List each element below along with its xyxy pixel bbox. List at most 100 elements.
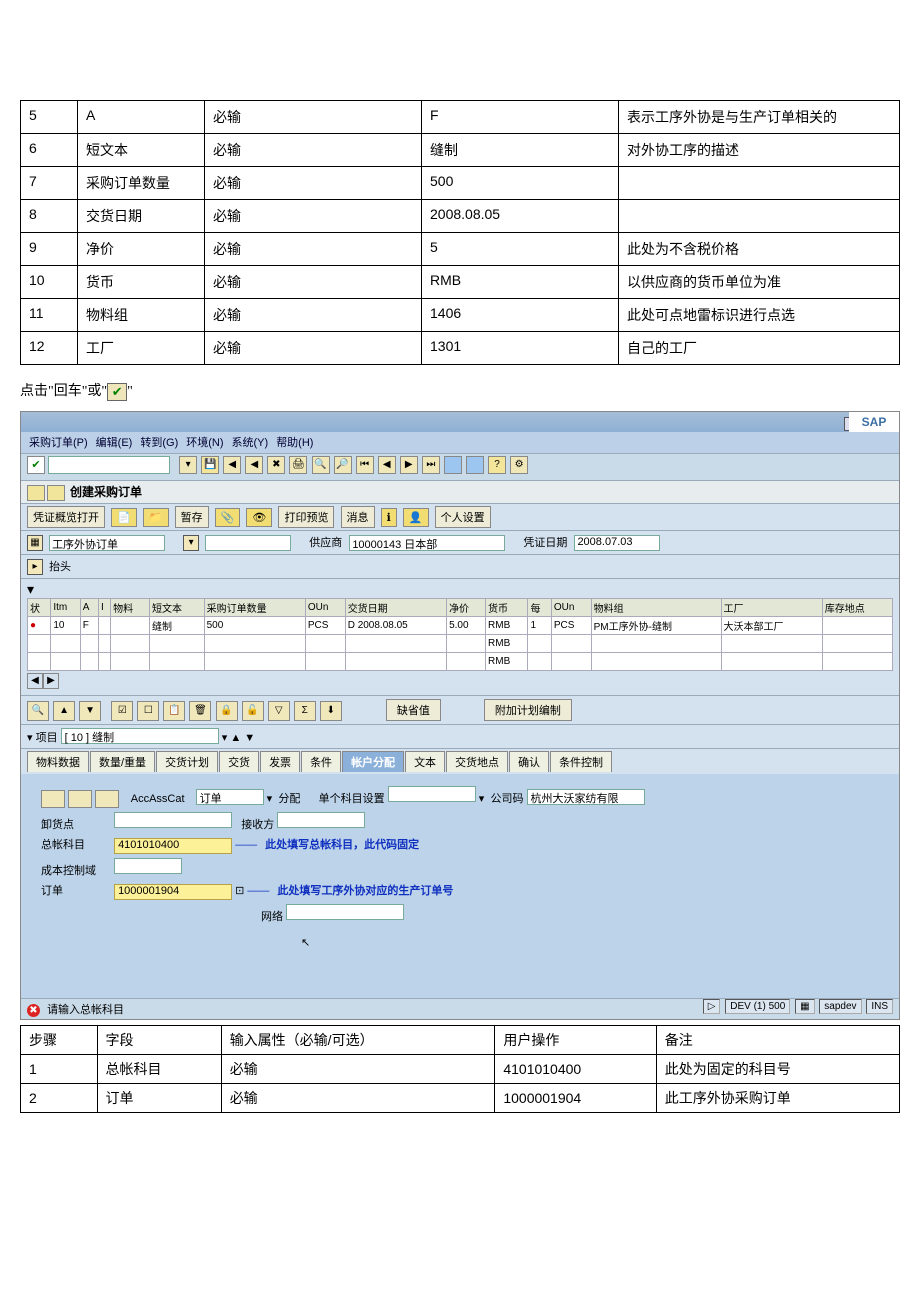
grid-cell[interactable] — [111, 617, 150, 635]
menu-item[interactable]: 采购订单(P) — [29, 437, 88, 449]
item-up-icon[interactable]: ▲ — [230, 732, 241, 744]
person-icon[interactable]: 👤 — [403, 508, 429, 527]
grid-cell[interactable] — [98, 653, 110, 671]
sort-asc-icon[interactable]: ▲ — [53, 701, 75, 721]
title-icon-1[interactable] — [27, 485, 45, 501]
grid-cell[interactable] — [528, 635, 551, 653]
doc-date-field[interactable]: 2008.07.03 — [574, 535, 660, 551]
expand-icon[interactable]: ▸ — [27, 559, 43, 575]
menu-item[interactable]: 帮助(H) — [276, 437, 313, 449]
grid-cell[interactable]: F — [80, 617, 98, 635]
deselect-icon[interactable]: ☐ — [137, 701, 159, 721]
new-icon[interactable]: 📄 — [111, 508, 137, 527]
doc-overview-button[interactable]: 凭证概览打开 — [27, 506, 105, 528]
item-dropdown-icon[interactable]: ▾ — [222, 732, 228, 744]
menu-item[interactable]: 环境(N) — [186, 437, 223, 449]
item-down-icon[interactable]: ▼ — [244, 732, 255, 744]
grid-header[interactable]: Itm — [51, 599, 80, 617]
grid-cell[interactable] — [822, 653, 892, 671]
toolbar[interactable]: ✔ ▾ 💾 ◀ ◀ ✖ 🖨 🔍 🔎 ⏮ ◀ ▶ ⏭ ? ⚙ — [21, 453, 899, 481]
grid-header[interactable]: 物料 — [111, 599, 150, 617]
dropdown-icon[interactable]: ▾ — [267, 793, 273, 805]
scroll-left-icon[interactable]: ◀ — [27, 673, 43, 689]
grid-cell[interactable] — [80, 653, 98, 671]
grid-cell[interactable]: 5.00 — [447, 617, 486, 635]
grid-cell[interactable] — [51, 653, 80, 671]
tab-7[interactable]: 文本 — [405, 751, 445, 772]
detail-icon[interactable]: 🔍 — [27, 701, 49, 721]
grid-cell[interactable]: PCS — [305, 617, 345, 635]
grid-cell[interactable] — [51, 635, 80, 653]
scroll-right-icon[interactable]: ▶ — [43, 673, 59, 689]
grid-cell[interactable] — [28, 653, 51, 671]
menu-item[interactable]: 转到(G) — [140, 437, 178, 449]
settings-icon[interactable]: ⚙ — [510, 456, 528, 474]
findnext-icon[interactable]: 🔎 — [334, 456, 352, 474]
grid-cell[interactable]: D 2008.08.05 — [345, 617, 446, 635]
vendor-field[interactable]: 10000143 日本部 — [349, 535, 505, 551]
print-preview-button[interactable]: 打印预览 — [278, 506, 334, 528]
menu-item[interactable]: 编辑(E) — [96, 437, 133, 449]
command-field[interactable] — [48, 456, 170, 474]
grid-cell[interactable]: PCS — [551, 617, 591, 635]
grid-header[interactable]: 物料组 — [591, 599, 721, 617]
grid-header[interactable]: 库存地点 — [822, 599, 892, 617]
grid-cell[interactable]: 大沃本部工厂 — [721, 617, 822, 635]
dropdown-icon[interactable]: ▾ — [479, 793, 485, 805]
filter-icon[interactable]: ▽ — [268, 701, 290, 721]
grid-cell[interactable] — [447, 635, 486, 653]
grid-cell[interactable]: RMB — [486, 617, 528, 635]
up-icon[interactable] — [68, 790, 92, 808]
header-toggle-icon[interactable]: ▦ — [27, 535, 43, 551]
addl-planning-button[interactable]: 附加计划编制 — [484, 699, 572, 721]
item-selector[interactable]: ▾ 项目 [ 10 ] 缝制 ▾ ▲ ▼ — [21, 725, 899, 749]
item-grid[interactable]: 状ItmAI物料短文本采购订单数量OUn交货日期净价货币每OUn物料组工厂库存地… — [27, 598, 893, 671]
tab-8[interactable]: 交货地点 — [446, 751, 508, 772]
gl-account-field[interactable]: 4101010400 — [114, 838, 232, 854]
first-icon[interactable]: ⏮ — [356, 456, 374, 474]
grid-cell[interactable] — [345, 653, 446, 671]
grid-header[interactable]: 采购订单数量 — [204, 599, 305, 617]
grid-cell[interactable] — [528, 653, 551, 671]
items-toggle-icon[interactable]: ▾ — [27, 581, 34, 597]
folder-icon[interactable]: 📁 — [143, 508, 169, 527]
item-toggle-icon[interactable]: ▾ — [27, 732, 33, 744]
park-button[interactable]: 暂存 — [175, 506, 209, 528]
grid-cell[interactable] — [305, 635, 345, 653]
sort-desc-icon[interactable]: ▼ — [79, 701, 101, 721]
tab-0[interactable]: 物料数据 — [27, 751, 89, 772]
grid-header[interactable]: 状 — [28, 599, 51, 617]
grid-cell[interactable]: 缝制 — [150, 617, 205, 635]
t1-icon[interactable] — [444, 456, 462, 474]
copy-icon[interactable]: 📋 — [163, 701, 185, 721]
back-icon[interactable]: ◀ — [223, 456, 241, 474]
help-icon[interactable]: ? — [488, 456, 506, 474]
grid-cell[interactable] — [204, 635, 305, 653]
order-field[interactable]: 1000001904 — [114, 884, 232, 900]
grid-cell[interactable] — [98, 617, 110, 635]
grid-header[interactable]: OUn — [305, 599, 345, 617]
grid-cell[interactable] — [305, 653, 345, 671]
recipient-field[interactable] — [277, 812, 365, 828]
export-icon[interactable]: ⬇ — [320, 701, 342, 721]
tab-9[interactable]: 确认 — [509, 751, 549, 772]
grid-header[interactable]: 短文本 — [150, 599, 205, 617]
exit-icon[interactable]: ◀ — [245, 456, 263, 474]
grid-cell[interactable] — [822, 635, 892, 653]
t2-icon[interactable] — [466, 456, 484, 474]
grid-header[interactable]: 货币 — [486, 599, 528, 617]
grid-cell[interactable] — [591, 653, 721, 671]
grid-cell[interactable] — [28, 635, 51, 653]
grid-header[interactable]: OUn — [551, 599, 591, 617]
grid-cell[interactable] — [98, 635, 110, 653]
personal-settings-button[interactable]: 个人设置 — [435, 506, 491, 528]
item-tabs[interactable]: 物料数据数量/重量交货计划交货发票条件帐户分配文本交货地点确认条件控制 — [21, 749, 899, 774]
grid-header[interactable]: A — [80, 599, 98, 617]
dropdown-icon[interactable]: ▾ — [179, 456, 197, 474]
grid-cell[interactable] — [150, 653, 205, 671]
grid-cell[interactable] — [111, 635, 150, 653]
subtoolbar[interactable]: 凭证概览打开 📄 📁 暂存 📎 👁 打印预览 消息 ℹ 👤 个人设置 — [21, 504, 899, 531]
find-icon[interactable]: 🔍 — [312, 456, 330, 474]
header-expand[interactable]: ▸ 抬头 — [21, 555, 899, 579]
tab-5[interactable]: 条件 — [301, 751, 341, 772]
